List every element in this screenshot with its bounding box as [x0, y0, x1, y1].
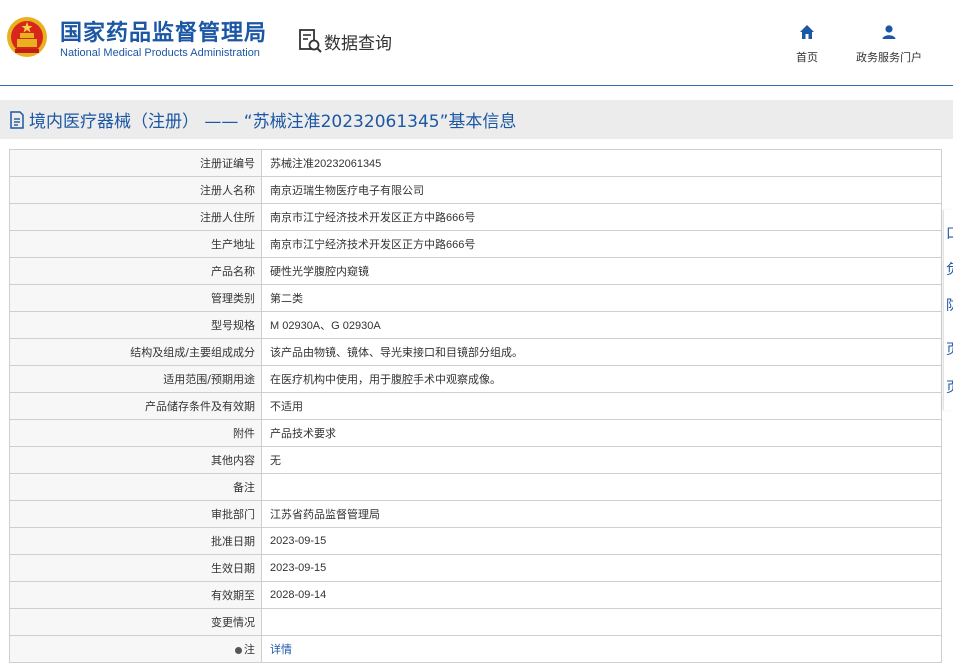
row-value: 苏械注准20232061345	[261, 149, 942, 177]
user-icon	[882, 25, 896, 39]
row-value: 该产品由物镜、镜体、导光束接口和目镜部分组成。	[261, 338, 942, 366]
note-icon	[235, 646, 242, 654]
table-row: 注册人住所 南京市江宁经济技术开发区正方中路666号	[9, 203, 942, 231]
side-tab[interactable]: 页	[946, 342, 953, 358]
side-tab[interactable]: 口	[946, 226, 953, 242]
table-row: 注册人名称 南京迈瑞生物医疗电子有限公司	[9, 176, 942, 204]
row-label: 管理类别	[9, 284, 262, 312]
row-value: 第二类	[261, 284, 942, 312]
table-row: 型号规格 M 02930A、G 02930A	[9, 311, 942, 339]
table-row: 变更情况	[9, 608, 942, 636]
nav-government-service-portal[interactable]: 政务服务门户	[848, 24, 930, 65]
side-toolbar: 口 负 防 页 页	[943, 210, 953, 410]
data-query-label: 数据查询	[324, 33, 392, 54]
row-label: 备注	[9, 473, 262, 501]
row-label: 生产地址	[9, 230, 262, 258]
row-label: 产品储存条件及有效期	[9, 392, 262, 420]
row-value: M 02930A、G 02930A	[261, 311, 942, 339]
table-row: 批准日期 2023-09-15	[9, 527, 942, 555]
row-value: 江苏省药品监督管理局	[261, 500, 942, 528]
table-row: 审批部门 江苏省药品监督管理局	[9, 500, 942, 528]
table-row: 适用范围/预期用途 在医疗机构中使用，用于腹腔手术中观察成像。	[9, 365, 942, 393]
row-value: 无	[261, 446, 942, 474]
row-label: 注册人名称	[9, 176, 262, 204]
table-row: 生产地址 南京市江宁经济技术开发区正方中路666号	[9, 230, 942, 258]
row-value: 南京市江宁经济技术开发区正方中路666号	[261, 230, 942, 258]
row-value: 2028-09-14	[261, 581, 942, 609]
row-value: 在医疗机构中使用，用于腹腔手术中观察成像。	[261, 365, 942, 393]
row-value: 产品技术要求	[261, 419, 942, 447]
table-row: 备注	[9, 473, 942, 501]
row-label: 型号规格	[9, 311, 262, 339]
row-value	[261, 473, 942, 501]
nav-service-label: 政务服务门户	[856, 51, 922, 64]
registration-info-table: 注册证编号 苏械注准20232061345 注册人名称 南京迈瑞生物医疗电子有限公司注…	[9, 149, 942, 663]
page-title: 境内医疗器械（注册） —— “苏械注准20232061345”基本信息	[29, 112, 517, 132]
row-label: 其他内容	[9, 446, 262, 474]
page-title-bar: 境内医疗器械（注册） —— “苏械注准20232061345”基本信息	[0, 100, 953, 139]
table-row: 其他内容无	[9, 446, 942, 474]
home-icon	[800, 25, 814, 39]
side-tab[interactable]: 页	[946, 380, 953, 396]
nav-home-label: 首页	[796, 51, 818, 64]
table-row: 结构及组成/主要组成成分 该产品由物镜、镜体、导光束接口和目镜部分组成。	[9, 338, 942, 366]
data-query-link[interactable]: 数据查询	[298, 28, 392, 54]
row-label: 批准日期	[9, 527, 262, 555]
row-label-note: 注	[9, 635, 262, 663]
nav-home[interactable]: 首页	[787, 24, 827, 65]
note-label: 注	[244, 643, 255, 656]
details-link[interactable]: 详情	[270, 644, 292, 656]
row-label: 生效日期	[9, 554, 262, 582]
side-tab[interactable]: 防	[946, 298, 953, 314]
row-label: 注册证编号	[9, 149, 262, 177]
row-label: 审批部门	[9, 500, 262, 528]
row-label: 注册人住所	[9, 203, 262, 231]
table-row: 附件 产品技术要求	[9, 419, 942, 447]
row-label: 变更情况	[9, 608, 262, 636]
row-label: 有效期至	[9, 581, 262, 609]
row-value-note: 详情	[261, 635, 942, 663]
table-row: 有效期至 2028-09-14	[9, 581, 942, 609]
row-value: 南京市江宁经济技术开发区正方中路666号	[261, 203, 942, 231]
document-search-icon	[299, 29, 322, 53]
row-value: 南京迈瑞生物医疗电子有限公司	[261, 176, 942, 204]
document-icon	[10, 110, 24, 129]
row-value: 2023-09-15	[261, 554, 942, 582]
national-emblem-icon	[7, 17, 47, 57]
row-label: 产品名称	[9, 257, 262, 285]
table-row-note: 注 详情	[9, 635, 942, 663]
site-logo-chinese[interactable]: 国家药品监督管理局	[60, 15, 267, 47]
site-logo-english[interactable]: National Medical Products Administration	[60, 47, 260, 59]
table-row: 注册证编号 苏械注准20232061345	[9, 149, 942, 177]
table-row: 产品名称 硬性光学腹腔内窥镜	[9, 257, 942, 285]
row-value: 2023-09-15	[261, 527, 942, 555]
site-header: 国家药品监督管理局 National Medical Products Admi…	[0, 0, 953, 86]
row-value: 不适用	[261, 392, 942, 420]
row-label: 适用范围/预期用途	[9, 365, 262, 393]
row-value	[261, 608, 942, 636]
table-row: 管理类别 第二类	[9, 284, 942, 312]
row-value: 硬性光学腹腔内窥镜	[261, 257, 942, 285]
row-label: 结构及组成/主要组成成分	[9, 338, 262, 366]
table-row: 产品储存条件及有效期 不适用	[9, 392, 942, 420]
table-row: 生效日期 2023-09-15	[9, 554, 942, 582]
side-tab[interactable]: 负	[946, 262, 953, 278]
row-label: 附件	[9, 419, 262, 447]
